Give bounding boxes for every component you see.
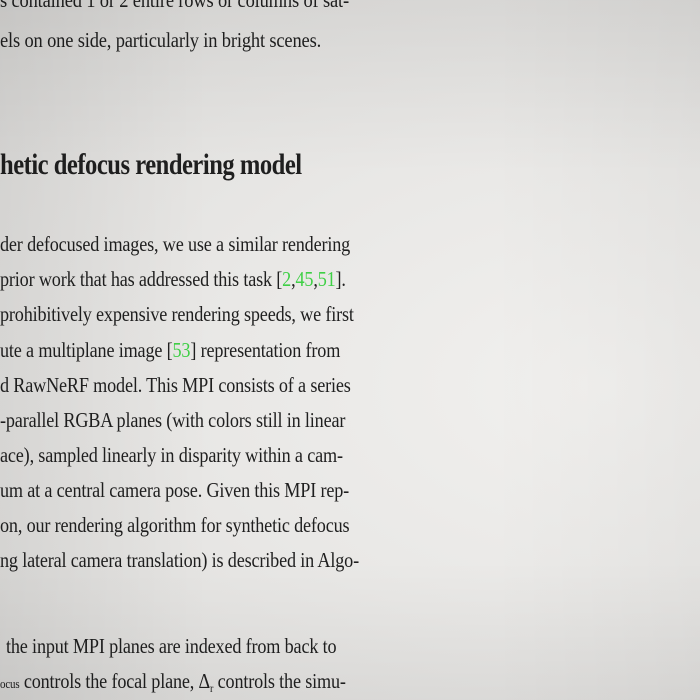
text-line: um at a central camera pose. Given this … [0,478,350,502]
text-line: the input MPI planes are indexed from ba… [6,634,337,658]
text-line: d RawNeRF model. This MPI consists of a … [0,373,351,397]
text-segment: ] representation from [190,338,341,362]
text-line: der defocused images, we use a similar r… [0,232,351,256]
citation-link[interactable]: 53 [173,338,191,362]
text-line-math: ocus controls the focal plane, Δr contro… [0,669,346,696]
text-segment: controls the simu- [213,669,346,693]
paper-page: s contained 1 or 2 entire rows or column… [0,0,700,700]
text-segment: controls the focal plane, Δ [19,669,211,693]
citation-link[interactable]: 51 [318,267,336,291]
section-heading: hetic defocus rendering model [0,148,302,181]
math-subscript-fragment: ocus [0,676,20,691]
text-line: ace), sampled linearly in disparity with… [0,443,343,467]
text-line-citations: prior work that has addressed this task … [0,267,346,292]
photo: s contained 1 or 2 entire rows or column… [0,0,700,700]
text-line: on, our rendering algorithm for syntheti… [0,513,350,537]
text-line: -parallel RGBA planes (with colors still… [0,408,346,432]
text-line: els on one side, particularly in bright … [0,28,322,52]
text-segment: ute a multiplane image [ [0,338,173,362]
citation-link[interactable]: 45 [295,267,313,291]
text-line-partial: s contained 1 or 2 entire rows or column… [0,0,349,12]
citation-link[interactable]: 2 [282,267,291,291]
text-segment: prior work that has addressed this task … [0,267,283,291]
text-line-citation: ute a multiplane image [53] representati… [0,338,340,363]
text-segment: ]. [335,267,346,291]
text-line: prohibitively expensive rendering speeds… [0,302,354,326]
text-line: ng lateral camera translation) is descri… [0,548,359,572]
